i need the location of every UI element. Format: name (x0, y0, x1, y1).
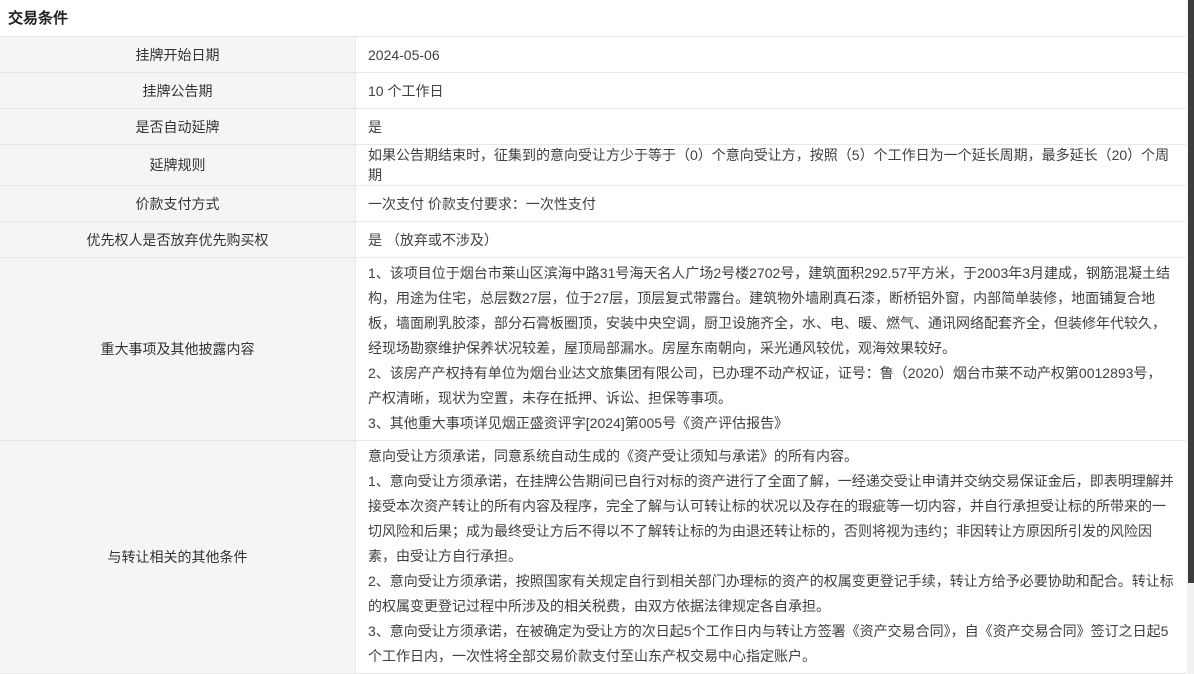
row-label: 优先权人是否放弃优先购买权 (0, 222, 356, 257)
table-row-announcement-period: 挂牌公告期 10 个工作日 (0, 73, 1186, 109)
row-label: 挂牌开始日期 (0, 37, 356, 72)
table-row-auto-extension: 是否自动延牌 是 (0, 109, 1186, 145)
transaction-conditions-page: 交易条件 挂牌开始日期 2024-05-06 挂牌公告期 10 个工作日 是否自… (0, 0, 1194, 674)
table-row-extension-rule: 延牌规则 如果公告期结束时，征集到的意向受让方少于等于（0）个意向受让方，按照（… (0, 145, 1186, 186)
scrollbar-thumb[interactable] (1188, 0, 1194, 583)
row-value: 2024-05-06 (356, 37, 1186, 72)
row-value: 意向受让方须承诺，同意系统自动生成的《资产受让须知与承诺》的所有内容。 1、意向… (356, 441, 1186, 673)
row-label: 价款支付方式 (0, 186, 356, 221)
row-value: 一次支付 价款支付要求：一次性支付 (356, 186, 1186, 221)
disclosure-paragraph: 1、该项目位于烟台市莱山区滨海中路31号海天名人广场2号楼2702号，建筑面积2… (368, 261, 1174, 361)
row-label: 延牌规则 (0, 145, 356, 185)
disclosure-paragraph: 3、其他重大事项详见烟正盛资评字[2024]第005号《资产评估报告》 (368, 411, 1174, 436)
table-row-preemptive-rights: 优先权人是否放弃优先购买权 是 （放弃或不涉及） (0, 222, 1186, 258)
row-value: 是 (356, 109, 1186, 144)
conditions-table: 挂牌开始日期 2024-05-06 挂牌公告期 10 个工作日 是否自动延牌 是… (0, 36, 1186, 674)
condition-paragraph: 2、意向受让方须承诺，按照国家有关规定自行到相关部门办理标的资产的权属变更登记手… (368, 569, 1174, 619)
table-row-payment-method: 价款支付方式 一次支付 价款支付要求：一次性支付 (0, 186, 1186, 222)
condition-paragraph: 1、意向受让方须承诺，在挂牌公告期间已自行对标的资产进行了全面了解，一经递交受让… (368, 469, 1174, 569)
row-label: 与转让相关的其他条件 (0, 441, 356, 673)
row-value: 10 个工作日 (356, 73, 1186, 108)
table-row-listing-start-date: 挂牌开始日期 2024-05-06 (0, 37, 1186, 73)
table-row-other-transfer-conditions: 与转让相关的其他条件 意向受让方须承诺，同意系统自动生成的《资产受让须知与承诺》… (0, 441, 1186, 674)
row-label: 挂牌公告期 (0, 73, 356, 108)
row-value: 是 （放弃或不涉及） (356, 222, 1186, 257)
page-title: 交易条件 (0, 0, 1194, 36)
vertical-scrollbar[interactable] (1187, 0, 1194, 674)
row-value: 如果公告期结束时，征集到的意向受让方少于等于（0）个意向受让方，按照（5）个工作… (356, 145, 1186, 185)
row-label: 重大事项及其他披露内容 (0, 258, 356, 440)
row-label: 是否自动延牌 (0, 109, 356, 144)
condition-paragraph: 意向受让方须承诺，同意系统自动生成的《资产受让须知与承诺》的所有内容。 (368, 444, 1174, 469)
disclosure-paragraph: 2、该房产产权持有单位为烟台业达文旅集团有限公司，已办理不动产权证，证号：鲁（2… (368, 361, 1174, 411)
table-row-major-disclosures: 重大事项及其他披露内容 1、该项目位于烟台市莱山区滨海中路31号海天名人广场2号… (0, 258, 1186, 441)
row-value: 1、该项目位于烟台市莱山区滨海中路31号海天名人广场2号楼2702号，建筑面积2… (356, 258, 1186, 440)
condition-paragraph: 3、意向受让方须承诺，在被确定为受让方的次日起5个工作日内与转让方签署《资产交易… (368, 619, 1174, 669)
